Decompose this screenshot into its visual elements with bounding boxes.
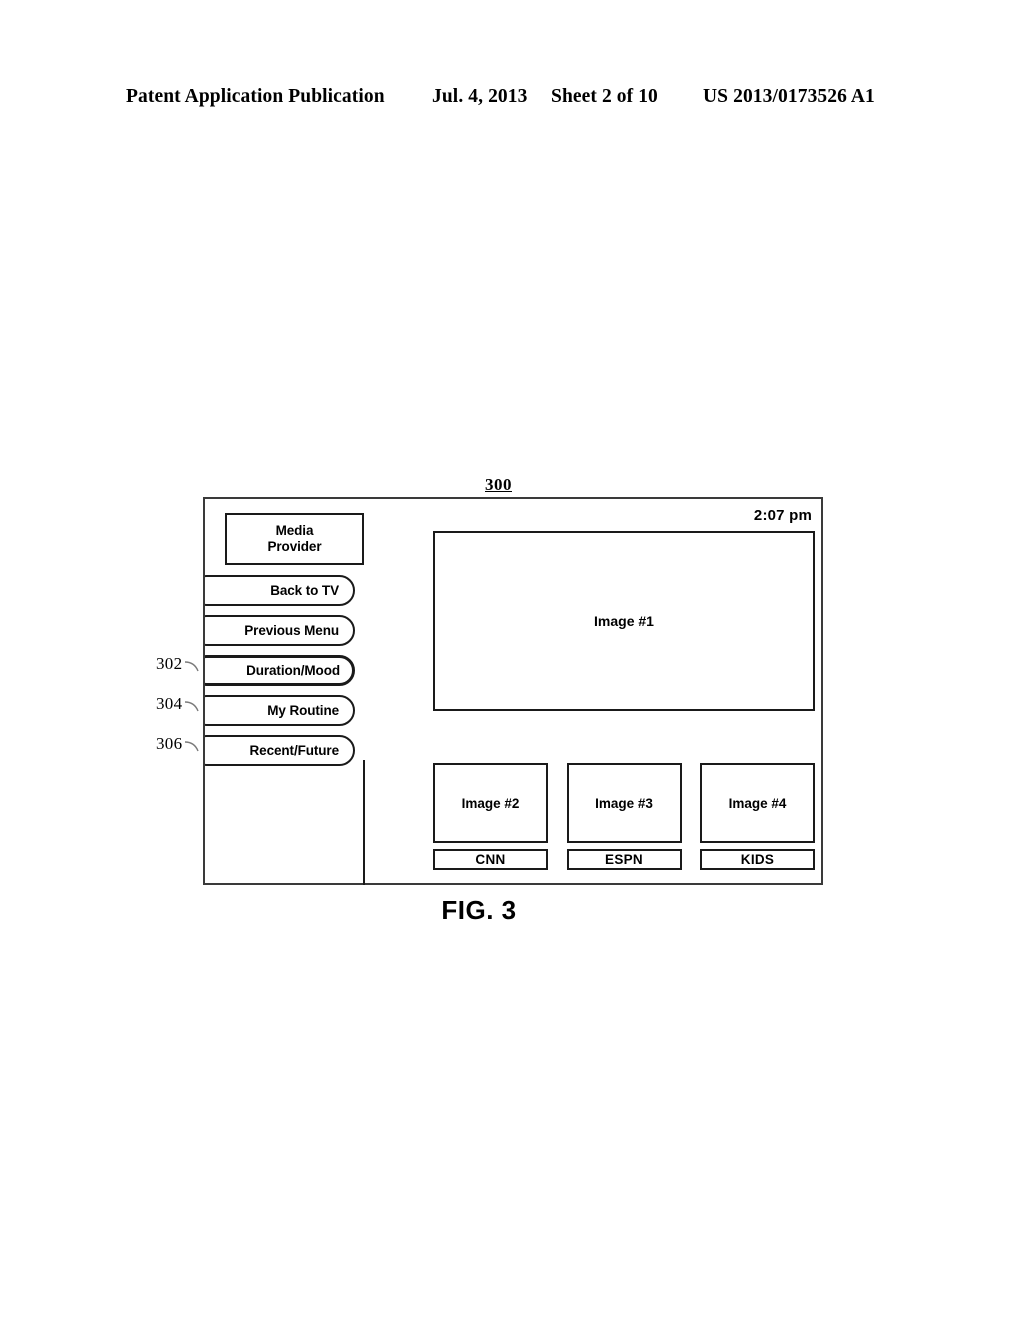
thumbnail-channel-label-kids[interactable]: KIDS (700, 849, 815, 870)
thumbnail-image-label: Image #4 (728, 795, 787, 811)
media-provider-line-1: Media (275, 522, 314, 538)
channel-name: ESPN (605, 852, 643, 867)
figure-3: 300 302 304 306 Media Provider Back to T… (0, 0, 1024, 1320)
sidebar-item-label: Duration/Mood (246, 663, 340, 678)
sidebar-item-my-routine[interactable]: My Routine (205, 695, 355, 726)
sidebar-item-previous-menu[interactable]: Previous Menu (205, 615, 355, 646)
media-provider-logo: Media Provider (225, 513, 364, 565)
sidebar: Media Provider Back to TV Previous Menu … (205, 499, 365, 887)
thumbnail-image-label: Image #3 (595, 795, 653, 811)
thumbnail-image-2[interactable]: Image #2 (433, 763, 548, 843)
sidebar-item-label: My Routine (267, 703, 339, 718)
main-image-panel[interactable]: Image #1 (433, 531, 815, 711)
channel-name: CNN (475, 852, 506, 867)
thumbnail-image-4[interactable]: Image #4 (700, 763, 815, 843)
figure-reference-300: 300 (485, 475, 512, 494)
main-image-label: Image #1 (594, 613, 654, 629)
thumbnail-cell-espn[interactable]: Image #3 ESPN (566, 763, 682, 873)
sidebar-item-duration-mood[interactable]: Duration/Mood (205, 655, 355, 686)
thumbnail-image-3[interactable]: Image #3 (566, 763, 682, 843)
thumbnail-cell-cnn[interactable]: Image #2 CNN (433, 763, 548, 873)
sidebar-item-label: Recent/Future (249, 743, 340, 758)
media-provider-line-2: Provider (267, 539, 322, 554)
callout-306: 306 (156, 734, 183, 753)
thumbnail-image-label: Image #2 (461, 795, 520, 811)
thumbnail-channel-label-espn[interactable]: ESPN (566, 849, 682, 870)
clock-display: 2:07 pm (753, 507, 812, 524)
figure-caption: FIG. 3 (441, 895, 517, 925)
sidebar-button-clip: Media Provider Back to TV Previous Menu … (205, 499, 380, 887)
content-area: 2:07 pm Image #1 Image #2 CNN Image #3 E… (365, 499, 823, 887)
sidebar-item-label: Back to TV (270, 583, 339, 598)
sidebar-item-recent-future[interactable]: Recent/Future (205, 735, 355, 766)
callout-302: 302 (156, 654, 183, 673)
channel-name: KIDS (740, 852, 775, 867)
media-guide-screen: Media Provider Back to TV Previous Menu … (203, 497, 823, 885)
callout-304: 304 (156, 694, 183, 713)
sidebar-item-back-to-tv[interactable]: Back to TV (205, 575, 355, 606)
thumbnail-cell-kids[interactable]: Image #4 KIDS (700, 763, 815, 873)
thumbnail-channel-label-cnn[interactable]: CNN (433, 849, 548, 870)
sidebar-item-label: Previous Menu (244, 623, 339, 638)
thumbnail-row: Image #2 CNN Image #3 ESPN Image #4 KIDS (433, 763, 815, 873)
